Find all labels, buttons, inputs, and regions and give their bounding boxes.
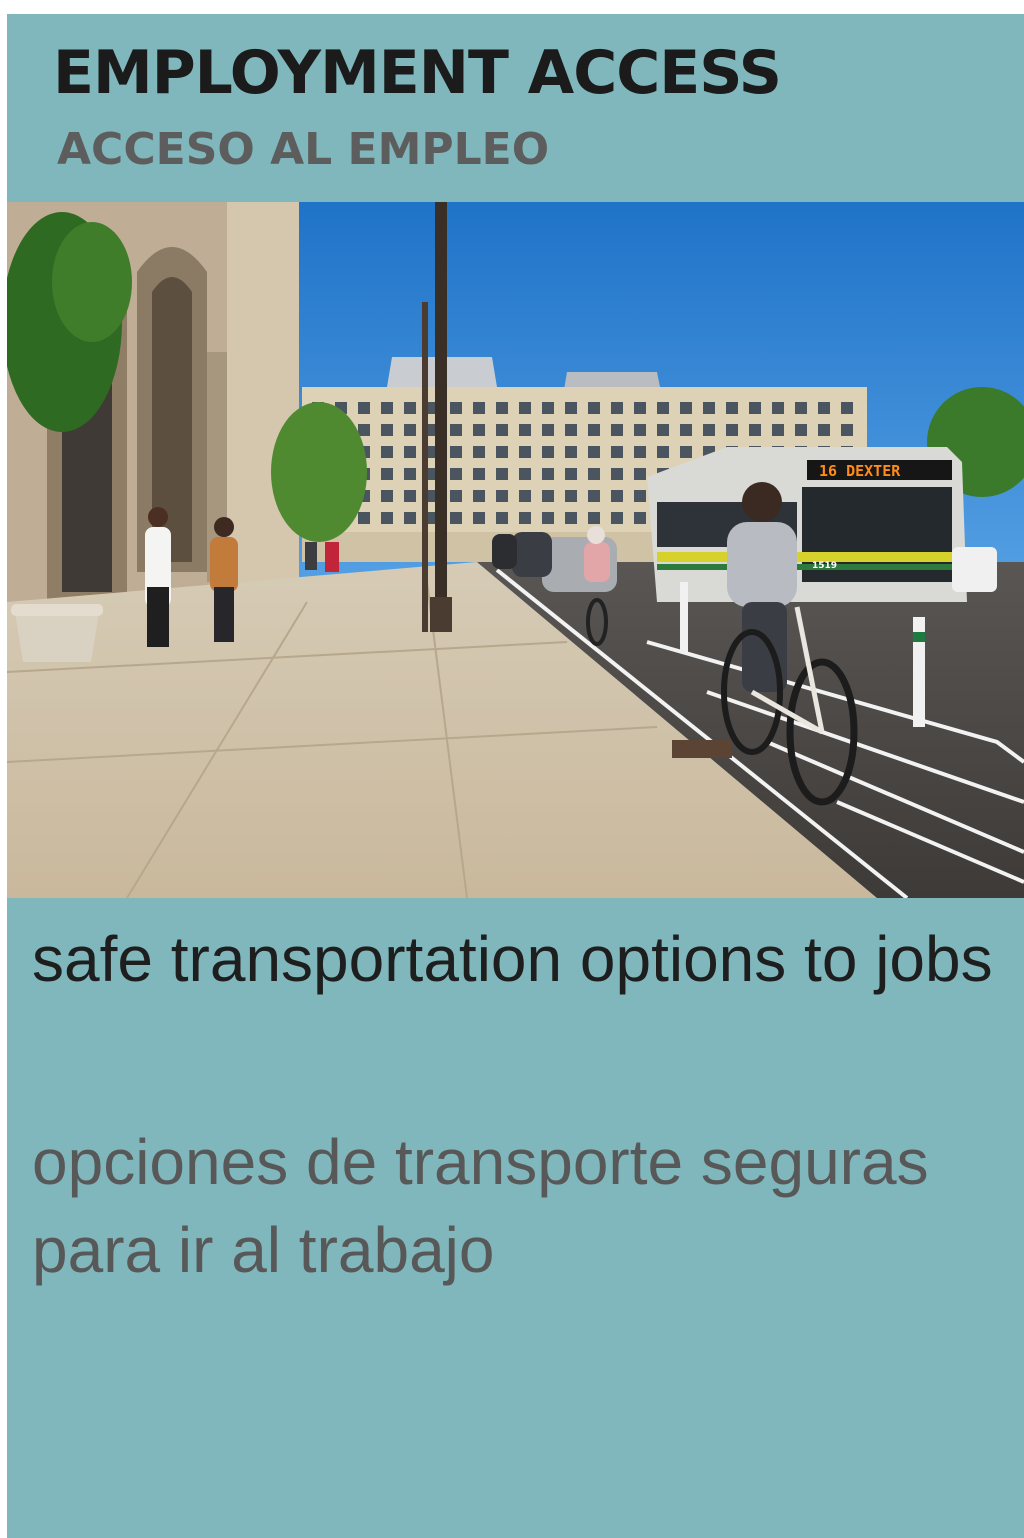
title-spanish: ACCESO AL EMPLEO <box>57 124 550 175</box>
bus-number: 1519 <box>812 561 837 571</box>
caption-spanish: opciones de transporte seguras para ir a… <box>32 1126 929 1286</box>
tree-middle <box>271 402 367 542</box>
poster-header: EMPLOYMENT ACCESS ACCESO AL EMPLEO <box>7 14 1024 202</box>
caption-english: safe transportation options to jobs <box>32 923 993 995</box>
street-photo: 16 DEXTER 1519 <box>7 202 1024 898</box>
drain-grate <box>672 740 732 758</box>
bus-destination-sign: 16 DEXTER <box>819 462 901 480</box>
title-english: EMPLOYMENT ACCESS <box>53 38 782 108</box>
planter <box>11 604 103 662</box>
poster: EMPLOYMENT ACCESS ACCESO AL EMPLEO 16 DE… <box>7 14 1024 1538</box>
bus: 16 DEXTER 1519 <box>647 447 997 602</box>
